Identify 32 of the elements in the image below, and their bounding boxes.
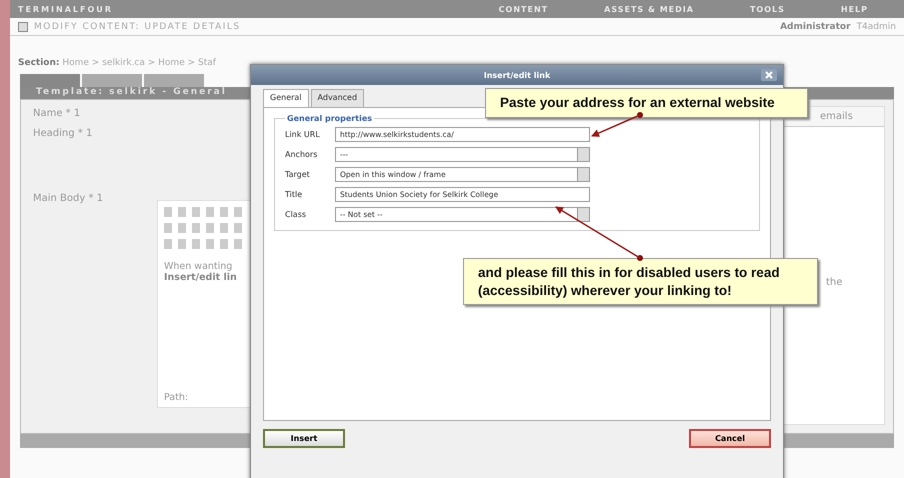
field-label: Title	[285, 190, 304, 199]
callout-note: and please fill this in for disabled users to read (accessibility) wherever your linking to!	[463, 258, 818, 306]
callout-note: Paste your address for an external website	[485, 88, 808, 118]
group-legend: General properties	[285, 114, 374, 123]
editor-text: When wanting	[164, 261, 234, 272]
field-label: Link URL	[285, 130, 321, 139]
field-label: Heading * 1	[33, 128, 94, 141]
close-icon[interactable]	[761, 69, 777, 81]
brand-logo: TERMINALFOUR	[18, 4, 113, 14]
dialog-tab[interactable]: Advanced	[310, 89, 364, 107]
page-title: MODIFY CONTENT: UPDATE DETAILS	[34, 22, 241, 32]
dialog-tab[interactable]: General	[263, 89, 309, 107]
panel-text: the	[826, 277, 842, 288]
insert-button[interactable]: Insert	[263, 429, 345, 448]
field-label: Name * 1	[33, 108, 82, 121]
content-tab[interactable]	[82, 74, 142, 87]
content-tab[interactable]	[20, 74, 80, 87]
content-tab[interactable]	[144, 74, 204, 87]
pointer-arrow	[591, 112, 643, 137]
dialog-title: Insert/edit link	[484, 70, 550, 80]
page-icon	[18, 22, 28, 32]
editor-path: Path:	[164, 392, 188, 403]
field-label: Target	[285, 170, 311, 179]
field-label: Anchors	[285, 150, 318, 159]
section-label: Section:	[18, 58, 60, 68]
user-role: Administrator	[780, 22, 851, 32]
editor-text: Insert/edit lin	[164, 272, 238, 283]
field-label: Class	[285, 210, 308, 219]
field-label: Main Body * 1	[33, 193, 104, 204]
cancel-button[interactable]: Cancel	[689, 429, 771, 448]
breadcrumb: Home > selkirk.ca > Home > Staf	[62, 58, 216, 68]
user-name: T4admin	[856, 22, 896, 32]
